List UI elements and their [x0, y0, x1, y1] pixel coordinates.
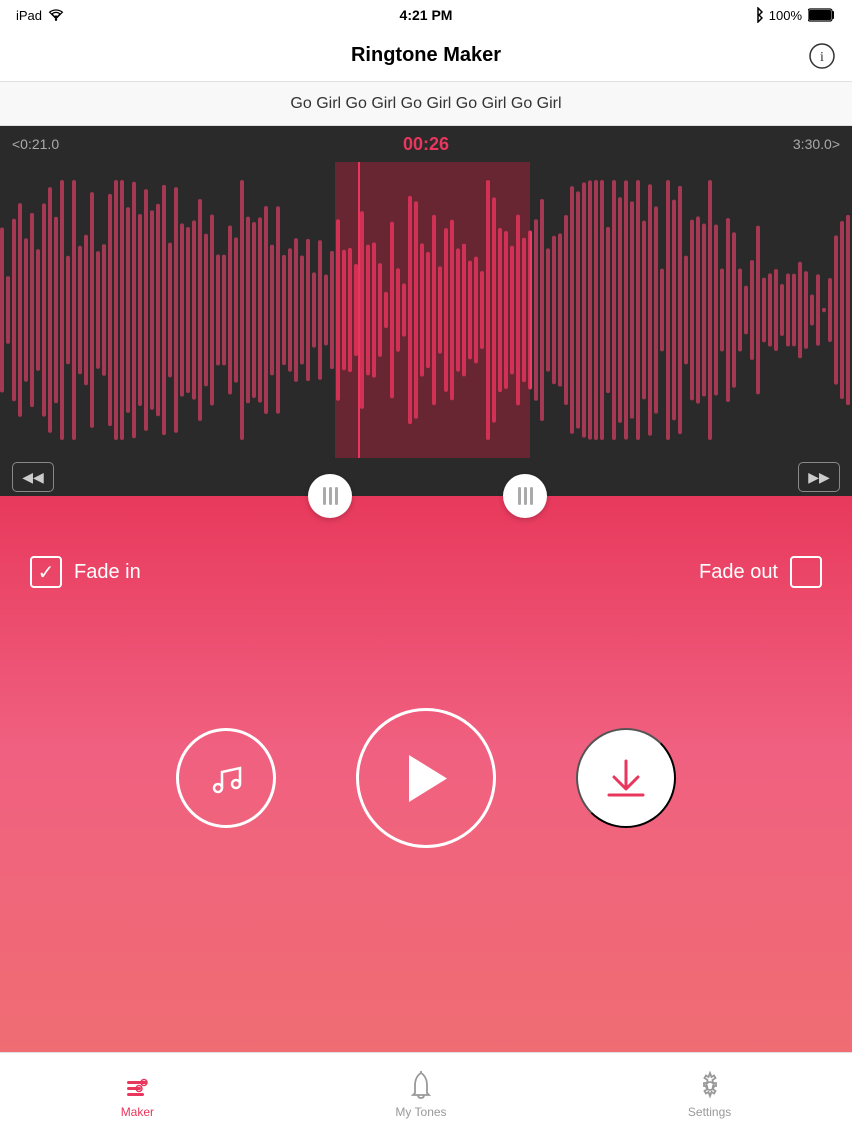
tab-settings[interactable]: Settings	[668, 1063, 751, 1127]
tab-settings-label: Settings	[688, 1105, 731, 1119]
wifi-icon	[48, 9, 64, 21]
playhead	[358, 162, 360, 458]
handle-left[interactable]	[308, 474, 352, 518]
status-bar: iPad 4:21 PM 100%	[0, 0, 852, 30]
battery-icon	[808, 8, 836, 22]
maker-icon	[122, 1071, 152, 1101]
song-title: Go Girl Go Girl Go Girl Go Girl Go Girl	[290, 95, 561, 113]
fade-out-checkbox[interactable]	[790, 556, 822, 588]
svg-text:i: i	[820, 50, 824, 65]
info-button[interactable]: i	[808, 42, 836, 70]
music-button[interactable]	[176, 728, 276, 828]
waveform-section[interactable]: <0:21.0 00:26 3:30.0> ◀◀ ▶▶	[0, 126, 852, 496]
play-button[interactable]	[356, 708, 496, 848]
status-left: iPad	[16, 8, 64, 23]
gear-icon	[695, 1071, 725, 1101]
fade-out-group: Fade out	[699, 556, 822, 588]
handle-right[interactable]	[503, 474, 547, 518]
info-icon: i	[809, 43, 835, 69]
fade-in-checkbox[interactable]: ✓	[30, 556, 62, 588]
nav-bar: Ringtone Maker i	[0, 30, 852, 82]
battery-label: 100%	[769, 8, 802, 23]
tab-bar: Maker My Tones Settings	[0, 1052, 852, 1136]
nav-title: Ringtone Maker	[351, 44, 501, 67]
bell-icon	[407, 1071, 435, 1101]
status-right: 100%	[753, 7, 836, 23]
music-note-icon	[204, 756, 248, 800]
action-buttons	[0, 708, 852, 848]
fade-in-group: ✓ Fade in	[30, 556, 141, 588]
fade-controls: ✓ Fade in Fade out	[0, 496, 852, 588]
handle-line	[518, 487, 521, 505]
handle-line	[335, 487, 338, 505]
time-right: 3:30.0>	[793, 136, 840, 152]
time-center: 00:26	[403, 134, 449, 155]
download-button[interactable]	[576, 728, 676, 828]
waveform-controls: ◀◀ ▶▶	[0, 458, 852, 496]
carrier-label: iPad	[16, 8, 42, 23]
forward-button[interactable]: ▶▶	[798, 462, 840, 492]
download-icon	[601, 753, 651, 803]
play-icon	[401, 751, 451, 806]
handle-right-lines	[518, 487, 533, 505]
status-time: 4:21 PM	[400, 7, 453, 23]
tab-maker-label: Maker	[121, 1105, 154, 1119]
tab-maker[interactable]: Maker	[101, 1063, 174, 1127]
handle-line	[524, 487, 527, 505]
song-title-bar: Go Girl Go Girl Go Girl Go Girl Go Girl	[0, 82, 852, 126]
handle-line	[323, 487, 326, 505]
handle-left-lines	[323, 487, 338, 505]
handle-line	[329, 487, 332, 505]
rewind-button[interactable]: ◀◀	[12, 462, 54, 492]
time-left: <0:21.0	[12, 136, 59, 152]
tab-my-tones[interactable]: My Tones	[375, 1063, 466, 1127]
fade-in-label: Fade in	[74, 561, 141, 584]
fade-out-label: Fade out	[699, 561, 778, 584]
bluetooth-icon	[753, 7, 763, 23]
handle-line	[530, 487, 533, 505]
time-markers: <0:21.0 00:26 3:30.0>	[0, 126, 852, 162]
selection-region	[335, 162, 530, 458]
waveform-canvas[interactable]	[0, 162, 852, 458]
controls-section: ✓ Fade in Fade out	[0, 496, 852, 1126]
tab-my-tones-label: My Tones	[395, 1105, 446, 1119]
